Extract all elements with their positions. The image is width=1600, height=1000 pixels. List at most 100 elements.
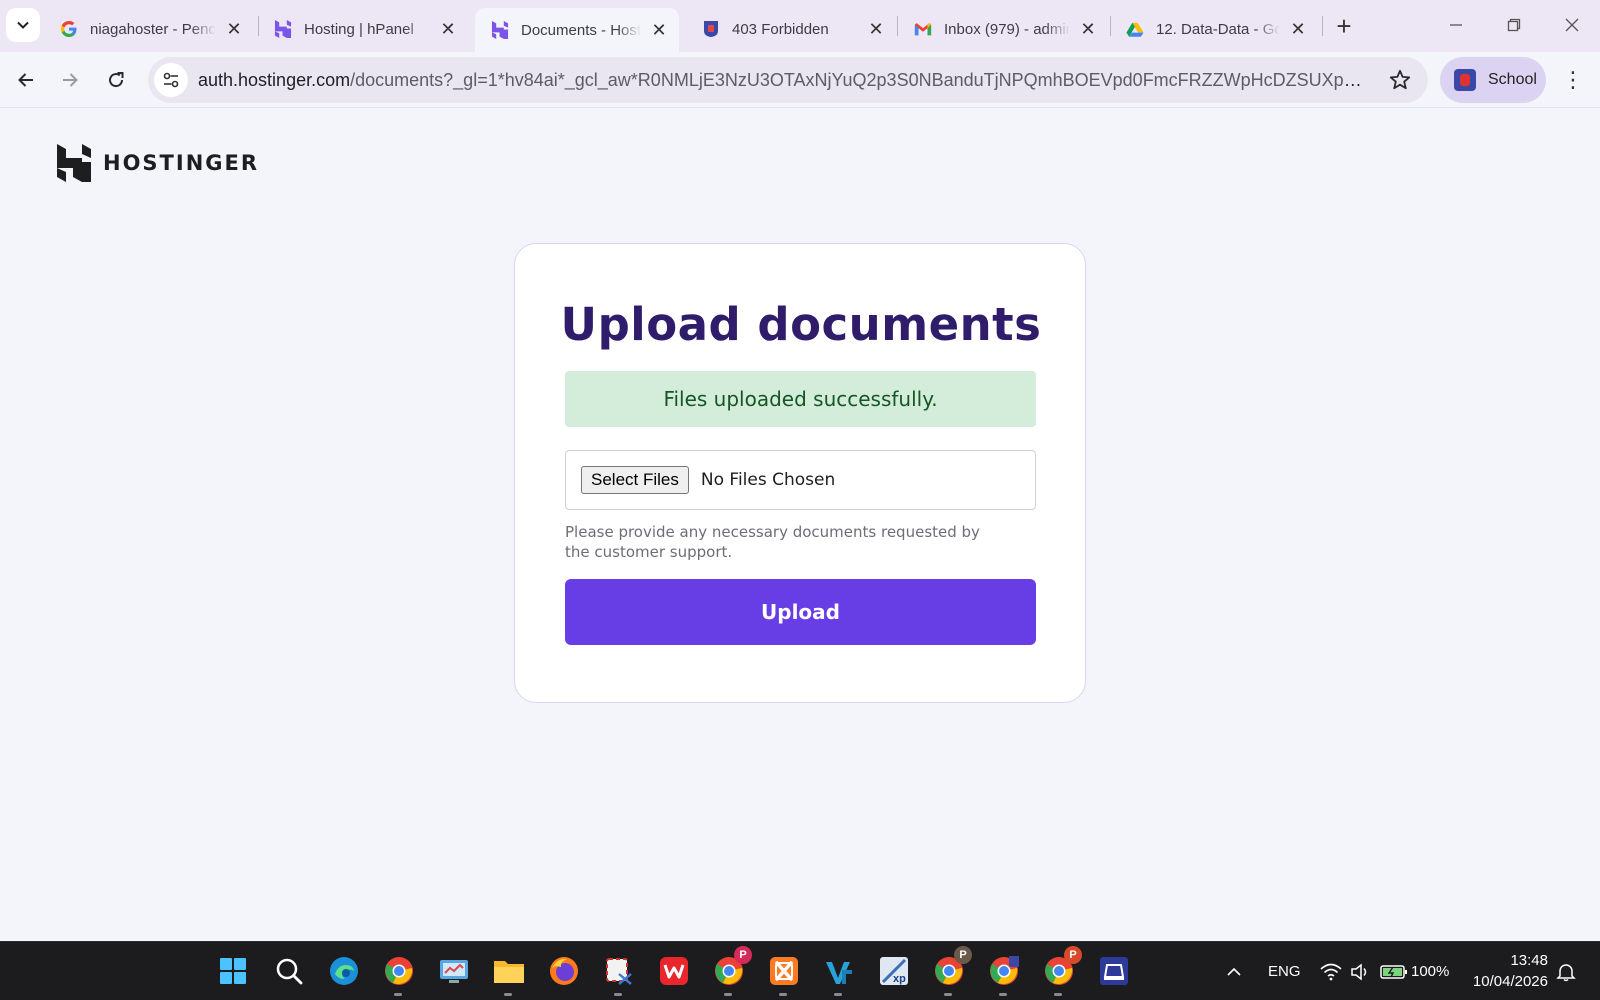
- bookmark-star-icon[interactable]: [1388, 68, 1412, 92]
- success-alert: Files uploaded successfully.: [565, 371, 1036, 427]
- visual-studio-icon[interactable]: [820, 952, 858, 996]
- window-close-button[interactable]: [1554, 10, 1590, 40]
- address-bar[interactable]: auth.hostinger.com/documents?_gl=1*hv84a…: [148, 57, 1428, 103]
- chevron-down-icon: [17, 21, 29, 29]
- profile-label: School: [1488, 71, 1537, 88]
- url-text[interactable]: auth.hostinger.com/documents?_gl=1*hv84a…: [198, 70, 1370, 91]
- profile-badge: P: [1064, 946, 1082, 964]
- wps-office-icon[interactable]: [655, 952, 693, 990]
- xampp-icon[interactable]: [765, 952, 803, 996]
- google-drive-icon: [1126, 20, 1144, 38]
- svg-text:xp: xp: [893, 973, 906, 985]
- url-path: /documents?_gl=1*hv84ai*_gcl_aw*R0NMLjE3…: [350, 69, 1370, 90]
- running-indicator: [779, 993, 787, 996]
- tab-title: niagahoster - Pencarian Google: [90, 20, 216, 38]
- tab-hpanel[interactable]: Hosting | hPanel ✕: [258, 8, 468, 50]
- minimize-button[interactable]: [1438, 10, 1474, 40]
- language-indicator[interactable]: ENG: [1268, 942, 1301, 1000]
- school-crest-icon: [702, 20, 720, 38]
- running-indicator: [999, 993, 1007, 996]
- volume-icon[interactable]: [1350, 942, 1372, 1000]
- show-hidden-icons-button[interactable]: [1226, 942, 1242, 1000]
- hostinger-icon: [491, 21, 509, 39]
- chrome-profile-p2-icon[interactable]: P: [930, 946, 972, 996]
- back-button[interactable]: [10, 64, 42, 96]
- hostinger-icon: [274, 20, 292, 38]
- snipping-tool-icon[interactable]: [600, 952, 638, 996]
- tab-403-forbidden[interactable]: 403 Forbidden ✕: [686, 8, 896, 50]
- battery-percent: 100%: [1411, 942, 1449, 1000]
- running-indicator: [834, 993, 842, 996]
- upload-button-label: Upload: [761, 600, 840, 624]
- forward-button[interactable]: [54, 64, 86, 96]
- restore-icon: [1507, 18, 1521, 32]
- tab-title: Hosting | hPanel: [304, 20, 414, 38]
- battery-text: 100%: [1411, 963, 1450, 980]
- tab-title: Documents - Hostinger: [521, 21, 641, 39]
- running-indicator: [944, 993, 952, 996]
- chrome-profile-school-icon[interactable]: [985, 952, 1023, 996]
- close-icon[interactable]: ✕: [649, 20, 669, 40]
- running-indicator: [724, 993, 732, 996]
- select-files-button[interactable]: Select Files: [581, 466, 689, 494]
- browser-menu-button[interactable]: ⋮: [1560, 66, 1586, 94]
- plus-icon: +: [1336, 10, 1352, 41]
- reload-button[interactable]: [100, 64, 132, 96]
- battery-icon[interactable]: [1380, 942, 1408, 1000]
- xp-app-icon[interactable]: xp: [875, 952, 913, 990]
- chevron-up-icon: [1227, 967, 1241, 976]
- tune-icon: [163, 72, 179, 88]
- url-host: auth.hostinger.com: [198, 69, 351, 90]
- close-icon[interactable]: ✕: [866, 19, 886, 39]
- more-vert-icon: ⋮: [1562, 67, 1584, 92]
- hostinger-logo[interactable]: HOSTINGER: [57, 144, 259, 182]
- tab-strip: niagahoster - Pencarian Google ✕ Hosting…: [0, 0, 1600, 52]
- reload-icon: [109, 72, 124, 88]
- chrome-icon[interactable]: [380, 952, 418, 996]
- profile-avatar: [1454, 69, 1476, 91]
- restore-button[interactable]: [1496, 10, 1532, 40]
- site-info-button[interactable]: [154, 63, 188, 97]
- taskbar: P xp P P ENG 100% 13:48 10/04/2026: [0, 941, 1600, 1000]
- close-icon[interactable]: ✕: [1288, 19, 1308, 39]
- minimize-icon: [1450, 24, 1462, 26]
- chrome-profile-p3-icon[interactable]: P: [1040, 946, 1082, 996]
- page-title: Upload documents: [560, 298, 1042, 351]
- close-icon[interactable]: ✕: [1078, 19, 1098, 39]
- new-tab-button[interactable]: +: [1330, 10, 1358, 41]
- firefox-icon[interactable]: [545, 952, 583, 990]
- tab-google-search[interactable]: niagahoster - Pencarian Google ✕: [44, 8, 254, 50]
- tab-google-drive[interactable]: 12. Data-Data - Google Drive ✕: [1110, 8, 1318, 50]
- upload-card: Upload documents Files uploaded successf…: [514, 243, 1086, 703]
- clock[interactable]: 13:48 10/04/2026: [1462, 950, 1548, 992]
- search-icon[interactable]: [270, 952, 308, 990]
- running-indicator: [1054, 993, 1062, 996]
- tab-search-button[interactable]: [6, 8, 40, 42]
- alert-text: Files uploaded successfully.: [663, 387, 938, 411]
- close-icon[interactable]: ✕: [438, 19, 458, 39]
- close-icon[interactable]: ✕: [224, 19, 244, 39]
- tab-title: 12. Data-Data - Google Drive: [1156, 20, 1280, 38]
- tab-gmail-inbox[interactable]: Inbox (979) - admin ✕: [898, 8, 1108, 50]
- gmail-icon: [914, 20, 932, 38]
- running-indicator: [614, 993, 622, 996]
- tab-title: 403 Forbidden: [732, 20, 829, 38]
- profile-badge: P: [954, 946, 972, 964]
- hostinger-logo-icon: [57, 144, 91, 182]
- file-explorer-icon[interactable]: [490, 952, 528, 996]
- outline-app-icon[interactable]: [1095, 952, 1133, 990]
- tab-separator: [1322, 16, 1323, 36]
- chrome-profile-p-icon[interactable]: P: [710, 946, 752, 996]
- edge-icon[interactable]: [325, 952, 363, 990]
- notifications-icon[interactable]: [1556, 942, 1576, 1000]
- upload-button[interactable]: Upload: [565, 579, 1036, 645]
- profile-badge: P: [734, 946, 752, 964]
- file-input[interactable]: Select Files No Files Chosen: [565, 450, 1036, 510]
- tab-documents-active[interactable]: Documents - Hostinger ✕: [475, 8, 679, 52]
- wifi-icon[interactable]: [1320, 942, 1342, 1000]
- clock-time: 13:48: [1510, 952, 1548, 969]
- windows-start-icon[interactable]: [214, 952, 252, 990]
- browser-toolbar: auth.hostinger.com/documents?_gl=1*hv84a…: [0, 52, 1600, 108]
- control-panel-icon[interactable]: [435, 952, 473, 990]
- profile-button[interactable]: School: [1440, 57, 1546, 103]
